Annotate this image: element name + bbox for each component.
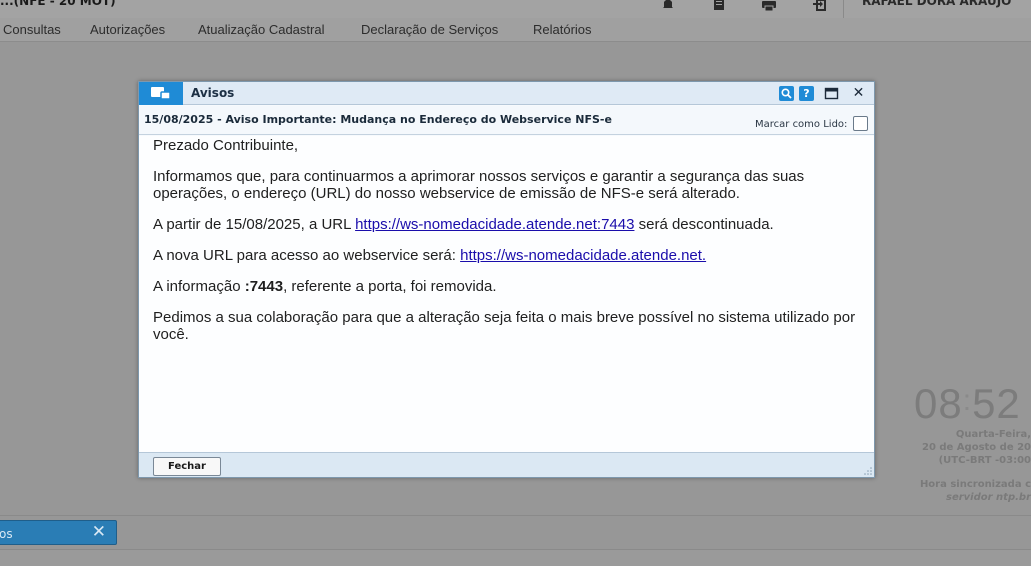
- clock-widget: 08:52 Quarta-Feira, 20 de Agosto de 20 (…: [914, 380, 1031, 503]
- message-header: 15/08/2025 - Aviso Importante: Mudança n…: [139, 106, 874, 135]
- avisos-dialog: Avisos ? ✕ 15/08/2025 - Aviso Importante…: [138, 81, 875, 478]
- menu-item-relatorios[interactable]: Relatórios: [533, 22, 592, 37]
- message-title: 15/08/2025 - Aviso Importante: Mudança n…: [144, 113, 612, 126]
- bottom-bar: [0, 549, 1031, 566]
- clock-hours: 08: [914, 380, 963, 427]
- printer-icon[interactable]: [760, 0, 778, 12]
- clock-sync-line1: Hora sincronizada c: [919, 479, 1031, 490]
- search-icon[interactable]: [779, 86, 794, 101]
- avisos-icon: [139, 82, 183, 105]
- header-divider: [843, 0, 844, 18]
- help-icon[interactable]: ?: [799, 86, 814, 101]
- clock-minutes: 52: [972, 380, 1021, 427]
- p2-text-before: A partir de 15/08/2025, a URL: [153, 216, 356, 233]
- body-greeting: Prezado Contribuinte,: [153, 137, 299, 154]
- close-button[interactable]: Fechar: [153, 457, 221, 476]
- clock-time: 08:52: [914, 380, 1021, 427]
- user-name-fragment[interactable]: RAFAEL DORA ARAUJO: [862, 0, 1011, 8]
- mark-as-read-label: Marcar como Lido:: [755, 119, 848, 130]
- body-paragraph-4: A informação :7443, referente a porta, f…: [153, 278, 863, 295]
- close-icon[interactable]: ✕: [92, 522, 106, 542]
- dialog-footer: Fechar: [139, 452, 874, 477]
- bell-icon[interactable]: [659, 0, 677, 12]
- resize-grip-icon[interactable]: [864, 467, 872, 475]
- body-paragraph-3: A nova URL para acesso ao webservice ser…: [153, 247, 863, 264]
- close-icon[interactable]: ✕: [851, 86, 866, 101]
- menu-item-consultas[interactable]: Consultas: [3, 22, 61, 37]
- body-paragraph-2: A partir de 15/08/2025, a URL https://ws…: [153, 216, 863, 233]
- clock-date: 20 de Agosto de 20: [921, 442, 1031, 453]
- new-url-link[interactable]: https://ws-nomedacidade.atende.net.: [460, 247, 706, 264]
- body-paragraph-1: Informamos que, para continuarmos a apri…: [153, 168, 805, 202]
- menu-item-autorizacoes[interactable]: Autorizações: [90, 22, 165, 37]
- clock-timezone: (UTC-BRT -03:00: [938, 455, 1031, 466]
- port-value: :7443: [244, 278, 284, 295]
- dialog-title: Avisos: [191, 86, 235, 100]
- dialog-titlebar[interactable]: Avisos ? ✕: [139, 82, 874, 105]
- open-window-tab[interactable]: os ✕: [0, 520, 117, 545]
- clock-sync-line2: servidor ntp.br: [946, 492, 1031, 503]
- message-body: Prezado Contribuinte, Informamos que, pa…: [139, 136, 874, 452]
- bottom-divider: [0, 515, 1031, 516]
- mark-as-read-checkbox[interactable]: [853, 116, 868, 131]
- p2-text-after: será descontinuada.: [634, 216, 774, 233]
- clock-weekday: Quarta-Feira,: [955, 429, 1031, 440]
- main-menu: Consultas Autorizações Atualização Cadas…: [0, 18, 1031, 42]
- header-title-fragment: ...(NFE - 20 MOT): [0, 0, 116, 8]
- menu-item-atualizacao-cadastral[interactable]: Atualização Cadastral: [198, 22, 324, 37]
- export-icon[interactable]: [811, 0, 829, 12]
- p4-text-after: , referente a porta, foi removida.: [283, 278, 497, 295]
- p3-text-before: A nova URL para acesso ao webservice ser…: [153, 247, 461, 264]
- maximize-icon[interactable]: [824, 86, 839, 101]
- body-paragraph-5: Pedimos a sua colaboração para que a alt…: [153, 309, 856, 343]
- top-header: ...(NFE - 20 MOT) RAFAEL DORA ARAUJO: [0, 0, 1031, 18]
- p4-text-before: A informação: [153, 278, 245, 295]
- menu-item-declaracao-servicos[interactable]: Declaração de Serviços: [361, 22, 498, 37]
- old-url-link[interactable]: https://ws-nomedacidade.atende.net:7443: [355, 216, 634, 233]
- open-window-tab-label: os: [0, 527, 13, 541]
- document-icon[interactable]: [710, 0, 728, 12]
